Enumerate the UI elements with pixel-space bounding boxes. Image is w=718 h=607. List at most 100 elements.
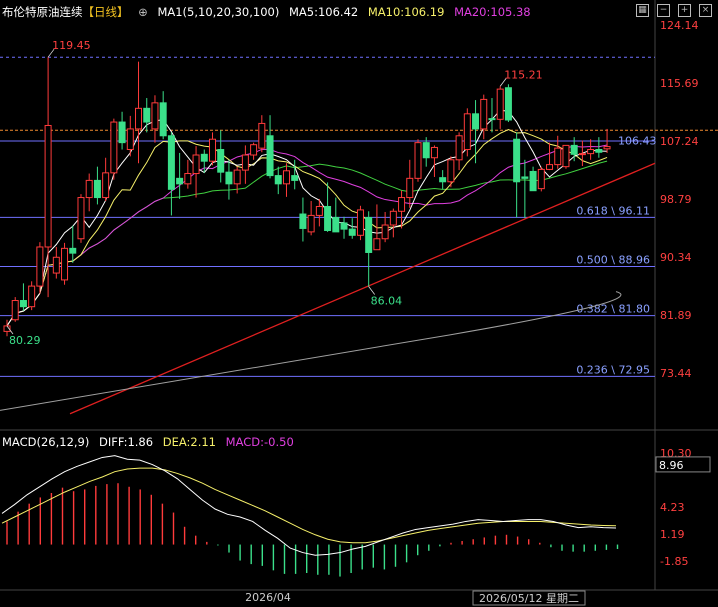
candle-body (324, 205, 332, 232)
candle-body (315, 205, 323, 216)
candle-body (356, 209, 364, 236)
macd-diff: DIFF:1.86 (99, 435, 154, 449)
candle-body (496, 88, 504, 120)
price-annotation: 115.21 (504, 68, 543, 81)
candle-body (266, 135, 274, 177)
candle-body (19, 300, 27, 308)
candle-body (529, 170, 537, 192)
candle-body (200, 153, 208, 162)
price-annotation: 119.45 (52, 39, 91, 52)
ma5-value: MA5:106.42 (288, 5, 359, 19)
candle-body (340, 222, 348, 230)
candle-body (389, 210, 397, 226)
candle-body (192, 154, 200, 175)
candle-body (28, 285, 36, 308)
candle-body (209, 138, 216, 162)
candle-body (52, 256, 60, 274)
candle-body (348, 228, 356, 236)
candle-body (241, 154, 249, 171)
price-tick-label: 90.34 (660, 251, 692, 264)
candle-body (93, 179, 101, 199)
candle-body (554, 147, 562, 166)
candle-body (184, 173, 192, 185)
macd-header: MACD(26,12,9) DIFF:1.86 DEA:2.11 MACD:-0… (2, 435, 300, 449)
price-chart[interactable]: 124.14 115.69 107.24 98.79 90.34 81.89 73.44 0.… (0, 0, 718, 607)
candle-body (126, 128, 134, 151)
price-tick-label: 124.14 (660, 19, 699, 32)
macd-label: MACD(26,12,9) (2, 435, 90, 449)
close-icon[interactable]: × (699, 4, 712, 17)
macd-tick-label: -1.85 (660, 555, 688, 568)
candle-body (167, 135, 175, 190)
indicator-icon[interactable]: ⊕ (138, 5, 148, 19)
macd-tick-label: 1.19 (660, 528, 685, 541)
macd-dea: DEA:2.11 (162, 435, 217, 449)
candle-body (85, 179, 93, 199)
candle-body (422, 142, 430, 159)
dif-line (1, 455, 617, 556)
candle-body (472, 113, 480, 130)
candle-body (439, 177, 447, 183)
candle-body (398, 197, 406, 212)
candle-body (274, 175, 282, 185)
fib-label: 0.618 \ 96.11 (576, 204, 650, 217)
candle-body (504, 87, 512, 121)
current-price-label: 106.43 (618, 135, 657, 148)
candle-body (381, 224, 389, 240)
candle-body (258, 122, 266, 149)
price-annotation: 80.29 (9, 334, 41, 347)
cursor-date-label: 2026/05/12 星期二 (479, 592, 579, 605)
price-tick-label: 98.79 (660, 193, 692, 206)
ma20-value: MA20:105.38 (454, 5, 531, 19)
candle-body (562, 144, 570, 168)
candle-body (373, 238, 381, 251)
candle-body (406, 177, 414, 199)
candle-body (159, 102, 167, 137)
macd-marker-label: 8.96 (659, 459, 684, 472)
candle-body (455, 135, 463, 161)
candle-body (603, 146, 611, 150)
candle-body (143, 107, 151, 123)
candle-body (307, 214, 315, 233)
candle-body (578, 153, 586, 156)
instrument-name[interactable]: 布伦特原油连续 (2, 5, 83, 19)
candle-body (587, 149, 595, 155)
candle-body (447, 159, 455, 183)
candle-body (488, 118, 496, 121)
grid-icon[interactable]: ▦ (636, 4, 649, 17)
candle-body (291, 175, 299, 181)
candle-body (463, 113, 471, 151)
chart-window: 124.14 115.69 107.24 98.79 90.34 81.89 73.44 0.… (0, 0, 718, 607)
candle-body (36, 246, 44, 287)
candle-body (69, 247, 77, 254)
plus-icon[interactable]: + (678, 4, 691, 17)
candle-body (77, 197, 85, 240)
candle-body (217, 149, 225, 173)
candle-body (11, 300, 19, 321)
candle-body (570, 144, 578, 155)
candle-body (282, 170, 290, 185)
candle-body (135, 107, 143, 130)
candle-body (299, 213, 307, 229)
candle-body (546, 164, 554, 170)
candle-body (102, 172, 110, 199)
minus-icon[interactable]: − (657, 4, 670, 17)
candle-body (225, 171, 233, 185)
candle-body (537, 168, 545, 190)
candle-body (521, 176, 529, 179)
candle-body (176, 177, 184, 185)
candle-body (365, 216, 373, 253)
candle-body (595, 149, 603, 153)
fib-label: 0.382 \ 81.80 (576, 303, 650, 316)
candle-body (513, 138, 521, 183)
candle-body (332, 216, 340, 233)
candle-body (480, 98, 488, 130)
candle-body (233, 169, 241, 185)
period-label[interactable]: 【日线】 (83, 5, 129, 19)
price-tick-label: 81.89 (660, 309, 692, 322)
chart-header: 布伦特原油连续【日线】 ⊕ MA1(5,10,20,30,100) MA5:10… (2, 4, 537, 20)
candle-body (118, 121, 126, 144)
candle-body (44, 124, 52, 248)
macd-value: MACD:-0.50 (225, 435, 294, 449)
candle-body (414, 142, 422, 179)
